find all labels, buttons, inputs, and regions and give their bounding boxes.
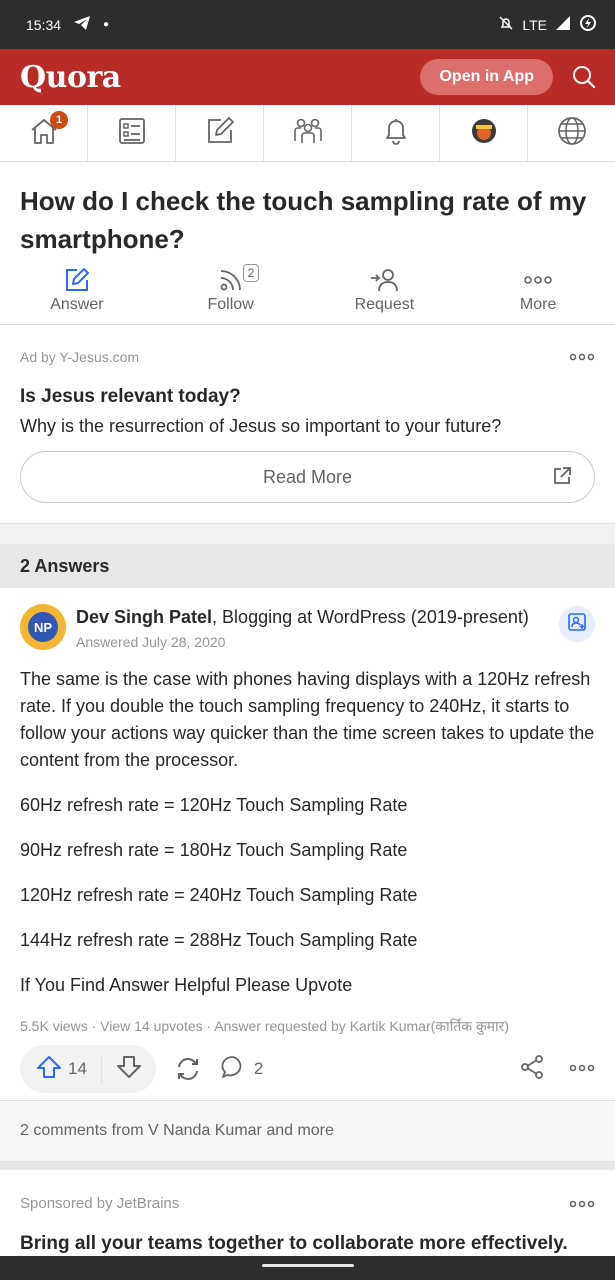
nav-following[interactable] bbox=[88, 105, 176, 161]
edit-icon bbox=[205, 116, 235, 151]
answer-action-label: Answer bbox=[50, 296, 104, 313]
answer-options-icon[interactable] bbox=[569, 1060, 595, 1078]
comment-count: 2 bbox=[253, 1059, 264, 1078]
follow-count: 2 bbox=[242, 264, 260, 282]
answer-paragraph: 90Hz refresh rate = 180Hz Touch Sampling… bbox=[20, 840, 408, 860]
share-reshare-icon[interactable] bbox=[174, 1055, 202, 1083]
more-action[interactable]: More bbox=[461, 264, 615, 324]
ad-card: Ad by Y-Jesus.com Is Jesus relevant toda… bbox=[0, 325, 615, 524]
answer-paragraph: 120Hz refresh rate = 240Hz Touch Samplin… bbox=[20, 885, 418, 905]
author-avatar[interactable]: NP bbox=[20, 604, 66, 650]
telegram-icon bbox=[73, 15, 91, 34]
upvote-icon bbox=[36, 1054, 62, 1085]
comments-preview[interactable]: 2 comments from V Nanda Kumar and more bbox=[0, 1100, 615, 1162]
user-avatar bbox=[471, 118, 497, 149]
signal-icon bbox=[555, 15, 571, 34]
answer-meta[interactable]: 5.5K views · View 14 upvotes · Answer re… bbox=[20, 1017, 595, 1036]
nav-language[interactable] bbox=[528, 105, 615, 161]
gesture-nav-bar bbox=[0, 1256, 615, 1280]
follow-action-label: Follow bbox=[207, 296, 254, 313]
quora-logo[interactable]: Quora bbox=[20, 60, 121, 95]
request-action-label: Request bbox=[354, 296, 415, 313]
nav-home[interactable]: 1 bbox=[0, 105, 88, 161]
spaces-icon bbox=[292, 115, 324, 152]
nav-answer[interactable] bbox=[176, 105, 264, 161]
ad-headline[interactable]: Is Jesus relevant today? bbox=[20, 386, 595, 408]
comment-button[interactable]: 2 bbox=[220, 1054, 263, 1085]
read-more-button[interactable]: Read More bbox=[20, 451, 595, 503]
follow-action[interactable]: 2 Follow bbox=[154, 264, 308, 324]
bell-icon bbox=[381, 116, 411, 151]
downvote-icon[interactable] bbox=[116, 1054, 142, 1085]
answers-count-header: 2 Answers bbox=[0, 524, 615, 588]
author-line: Dev Singh Patel, Blogging at WordPress (… bbox=[76, 604, 559, 630]
more-action-label: More bbox=[519, 296, 557, 313]
sponsored-options-icon[interactable] bbox=[569, 1192, 595, 1215]
answer-body: The same is the case with phones having … bbox=[20, 666, 595, 999]
upvote-button[interactable]: 14 bbox=[36, 1054, 87, 1085]
upvote-count: 14 bbox=[68, 1059, 87, 1078]
sponsored-headline[interactable]: Bring all your teams together to collabo… bbox=[20, 1233, 595, 1255]
mute-icon bbox=[498, 15, 514, 34]
ad-subtext: Why is the resurrection of Jesus so impo… bbox=[20, 416, 502, 436]
request-action[interactable]: Request bbox=[308, 264, 462, 324]
external-link-icon bbox=[552, 466, 572, 491]
request-user-icon bbox=[369, 264, 399, 296]
network-label: LTE bbox=[522, 16, 547, 33]
dot-icon: ● bbox=[103, 19, 110, 30]
nav-notifications[interactable] bbox=[352, 105, 440, 161]
home-gesture-handle[interactable] bbox=[262, 1264, 354, 1267]
answer-paragraph: The same is the case with phones having … bbox=[20, 669, 595, 770]
sponsored-by-label: Sponsored by JetBrains bbox=[20, 1195, 180, 1212]
top-bar: Quora Open in App bbox=[0, 49, 615, 105]
rss-icon: 2 bbox=[217, 264, 260, 296]
search-icon[interactable] bbox=[571, 64, 597, 90]
author-credential: , Blogging at WordPress (2019-present) bbox=[212, 607, 529, 627]
globe-icon bbox=[556, 115, 588, 152]
comment-icon bbox=[220, 1054, 246, 1085]
follow-user-icon bbox=[567, 612, 587, 637]
answer-action[interactable]: Answer bbox=[0, 264, 154, 324]
ad-options-icon[interactable] bbox=[569, 345, 595, 368]
status-bar: 15:34 ● LTE bbox=[0, 0, 615, 49]
question-actions: Answer 2 Follow Request More bbox=[0, 264, 615, 325]
share-icon[interactable] bbox=[519, 1054, 545, 1085]
vote-bar: 14 2 bbox=[20, 1044, 595, 1094]
author-name[interactable]: Dev Singh Patel bbox=[76, 607, 212, 627]
answer-card: NP Dev Singh Patel, Blogging at WordPres… bbox=[0, 588, 615, 1094]
more-dots-icon bbox=[522, 264, 554, 296]
answer-paragraph: 144Hz refresh rate = 288Hz Touch Samplin… bbox=[20, 930, 418, 950]
answer-paragraph: 60Hz refresh rate = 120Hz Touch Sampling… bbox=[20, 795, 408, 815]
sponsored-card: Sponsored by JetBrains Bring all your te… bbox=[0, 1170, 615, 1255]
answer-paragraph: If You Find Answer Helpful Please Upvote bbox=[20, 975, 353, 995]
open-in-app-button[interactable]: Open in App bbox=[420, 59, 553, 95]
main-nav: 1 bbox=[0, 105, 615, 162]
vote-pill: 14 bbox=[20, 1045, 156, 1093]
nav-profile[interactable] bbox=[440, 105, 528, 161]
notification-badge: 1 bbox=[50, 111, 68, 129]
pencil-icon bbox=[63, 264, 91, 296]
battery-saver-icon bbox=[579, 14, 597, 35]
nav-spaces[interactable] bbox=[264, 105, 352, 161]
read-more-label: Read More bbox=[262, 466, 353, 487]
question-title: How do I check the touch sampling rate o… bbox=[20, 186, 587, 254]
answer-date[interactable]: Answered July 28, 2020 bbox=[76, 634, 559, 650]
follow-author-button[interactable] bbox=[559, 606, 595, 642]
feed-list-icon bbox=[117, 116, 147, 151]
status-time: 15:34 bbox=[26, 16, 62, 33]
ad-by-label: Ad by Y-Jesus.com bbox=[20, 348, 140, 365]
